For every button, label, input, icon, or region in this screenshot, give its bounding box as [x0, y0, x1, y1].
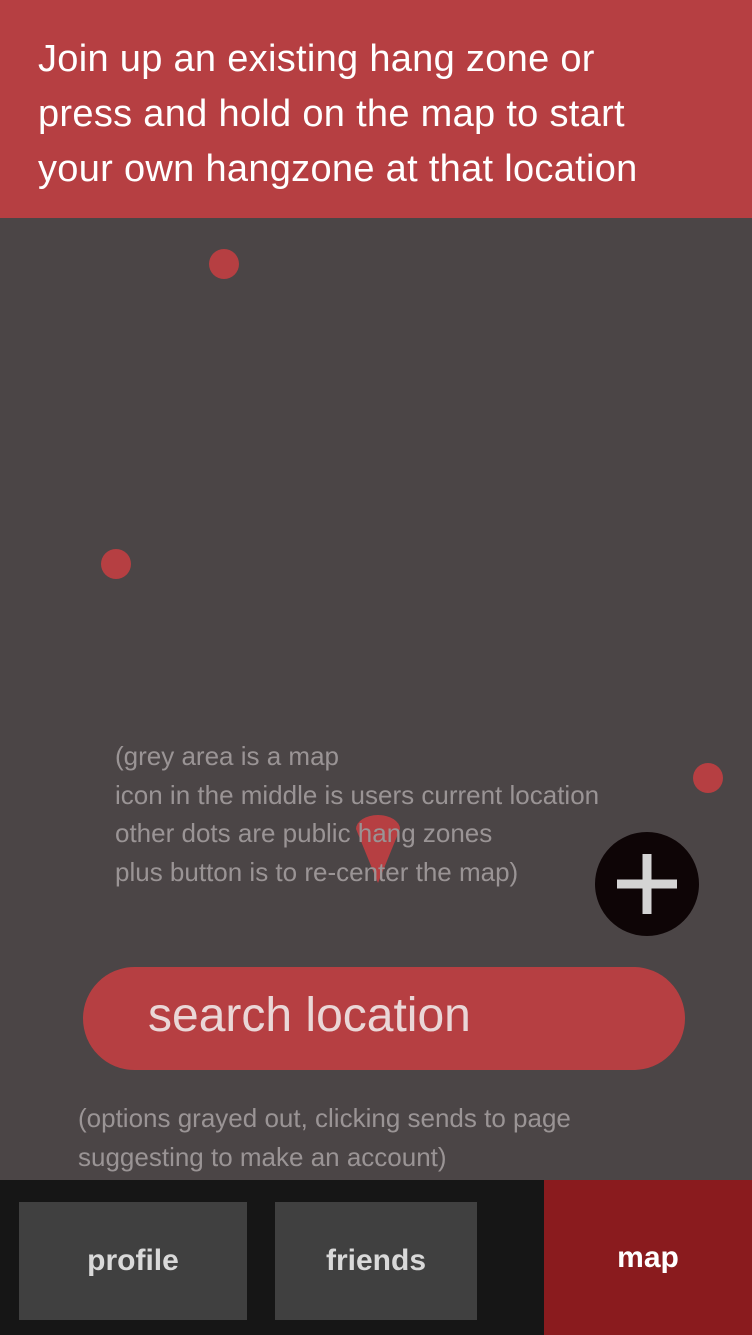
options-grayed-note: (options grayed out, clicking sends to p… — [78, 1099, 571, 1176]
note-line: (options grayed out, clicking sends to p… — [78, 1103, 571, 1133]
note-line: other dots are public hang zones — [115, 818, 493, 848]
app-screen: Join up an existing hang zone or press a… — [0, 0, 752, 1335]
search-location-button[interactable]: search location — [83, 967, 685, 1070]
note-line: icon in the middle is users current loca… — [115, 779, 600, 810]
instruction-banner: Join up an existing hang zone or press a… — [0, 0, 752, 218]
tab-profile[interactable]: profile — [19, 1202, 247, 1320]
bottom-navigation: profile friends map — [0, 1180, 752, 1335]
instruction-line: Join up an existing hang zone or — [38, 38, 595, 80]
tab-friends[interactable]: friends — [275, 1202, 477, 1320]
map-explanation-note: (grey area is a map icon in the middle i… — [115, 737, 599, 891]
hang-zone-dot[interactable] — [693, 763, 723, 793]
instruction-text: Join up an existing hang zone or press a… — [38, 32, 738, 197]
note-line: (grey area is a map — [115, 741, 339, 771]
instruction-line: your own hangzone at that location — [38, 148, 638, 190]
instruction-line: press and hold on the map to start — [38, 93, 625, 135]
plus-icon — [617, 854, 677, 914]
note-line: suggesting to make an account) — [78, 1141, 447, 1172]
recenter-map-button[interactable] — [595, 832, 699, 936]
search-location-label: search location — [148, 989, 471, 1042]
note-line: plus button is to re-center the map) — [115, 856, 519, 887]
tab-map[interactable]: map — [544, 1180, 752, 1335]
hang-zone-dot[interactable] — [101, 549, 131, 579]
hang-zone-dot[interactable] — [209, 249, 239, 279]
